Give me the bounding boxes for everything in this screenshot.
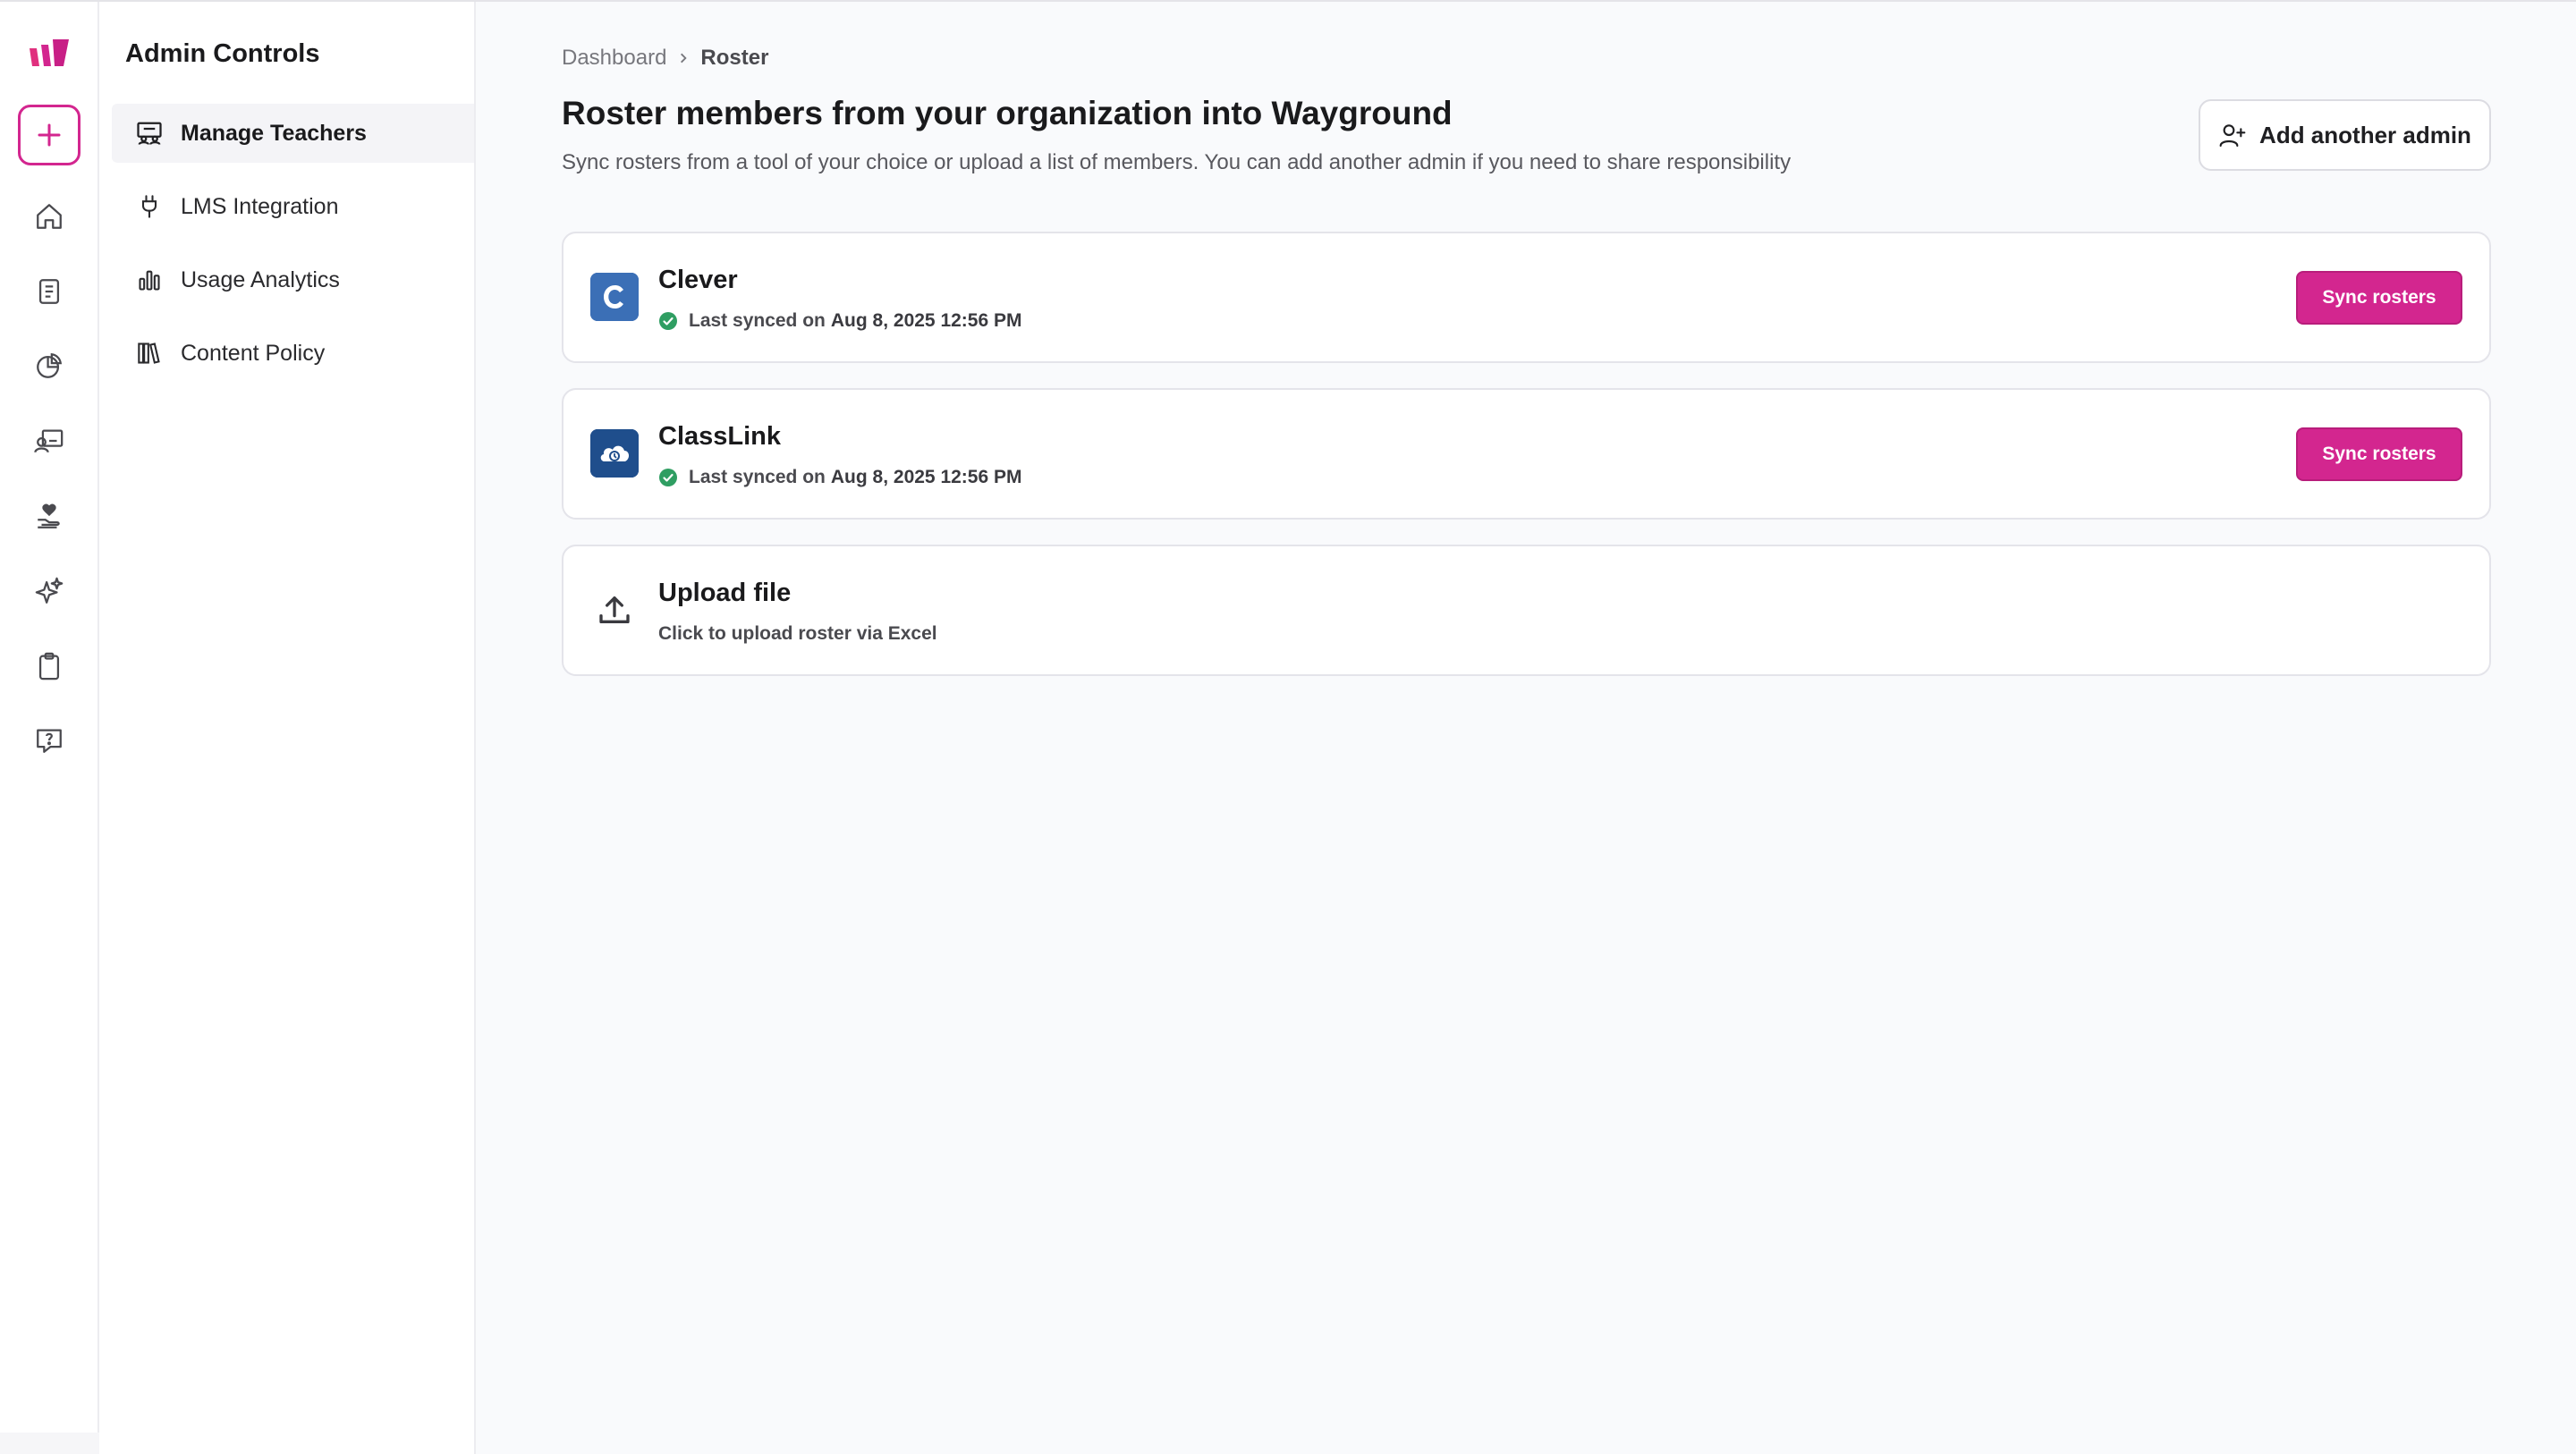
sync-status-prefix: Last synced on [689, 310, 826, 331]
heart-hand-icon[interactable] [30, 496, 69, 536]
breadcrumb: Dashboard Roster [562, 46, 768, 71]
plug-icon [136, 193, 163, 220]
sync-status-prefix: Last synced on [689, 467, 826, 487]
wayground-logo-icon[interactable] [28, 38, 71, 68]
sidebar-item-lms-integration[interactable]: LMS Integration [112, 177, 474, 236]
reports-icon[interactable] [30, 346, 69, 385]
roster-card-clever: Clever Last synced on Aug 8, 2025 12:56 … [562, 232, 2491, 363]
help-icon[interactable] [30, 721, 69, 760]
roster-card-classlink: ClassLink Last synced on Aug 8, 2025 12:… [562, 388, 2491, 520]
upload-icon [590, 586, 639, 634]
chevron-right-icon [677, 52, 690, 64]
sync-status: Last synced on Aug 8, 2025 12:56 PM [658, 310, 1022, 332]
page-title: Roster members from your organization in… [562, 95, 1453, 131]
sync-status-date: Aug 8, 2025 12:56 PM [830, 467, 1022, 487]
app-window: Admin Controls Manage Teachers LMS Integ… [0, 0, 2576, 1454]
classlink-logo-icon [590, 429, 639, 478]
rail-footer [0, 1433, 99, 1454]
user-plus-icon [2218, 121, 2247, 149]
sync-status: Last synced on Aug 8, 2025 12:56 PM [658, 467, 1022, 488]
create-button[interactable] [18, 105, 80, 165]
breadcrumb-dashboard-link[interactable]: Dashboard [562, 46, 666, 71]
sidebar-item-content-policy[interactable]: Content Policy [112, 324, 474, 383]
sparkles-icon[interactable] [30, 571, 69, 611]
sync-status-date: Aug 8, 2025 12:56 PM [830, 310, 1022, 331]
add-another-admin-button[interactable]: Add another admin [2199, 99, 2491, 171]
bar-chart-icon [136, 266, 163, 293]
plus-icon [38, 123, 61, 147]
upload-title: Upload file [658, 579, 792, 607]
page-subtitle: Sync rosters from a tool of your choice … [562, 150, 1792, 174]
classes-icon[interactable] [30, 421, 69, 461]
admin-sidebar: Admin Controls Manage Teachers LMS Integ… [99, 2, 476, 1454]
clever-logo-icon [590, 273, 639, 321]
sidebar-item-manage-teachers[interactable]: Manage Teachers [112, 104, 474, 163]
sidebar-item-label: Content Policy [181, 340, 326, 366]
provider-name: ClassLink [658, 422, 781, 451]
clipboard-icon[interactable] [30, 647, 69, 686]
main-content: Dashboard Roster Roster members from you… [476, 2, 2576, 1454]
sidebar-title: Admin Controls [125, 39, 320, 68]
books-icon [136, 340, 163, 367]
users-board-icon [136, 120, 163, 147]
upload-description: Click to upload roster via Excel [658, 623, 937, 644]
library-icon[interactable] [30, 272, 69, 311]
sidebar-item-label: LMS Integration [181, 193, 339, 219]
check-circle-icon [658, 311, 678, 331]
sidebar-item-label: Manage Teachers [181, 120, 367, 146]
sync-rosters-button[interactable]: Sync rosters [2296, 427, 2462, 481]
upload-file-card[interactable]: Upload file Click to upload roster via E… [562, 545, 2491, 676]
add-admin-label: Add another admin [2259, 121, 2471, 148]
breadcrumb-current: Roster [700, 46, 769, 70]
sidebar-item-usage-analytics[interactable]: Usage Analytics [112, 250, 474, 309]
sidebar-item-label: Usage Analytics [181, 266, 340, 292]
provider-name: Clever [658, 266, 738, 294]
sync-rosters-button[interactable]: Sync rosters [2296, 271, 2462, 325]
check-circle-icon [658, 468, 678, 487]
home-icon[interactable] [30, 197, 69, 236]
icon-rail [0, 2, 99, 1454]
